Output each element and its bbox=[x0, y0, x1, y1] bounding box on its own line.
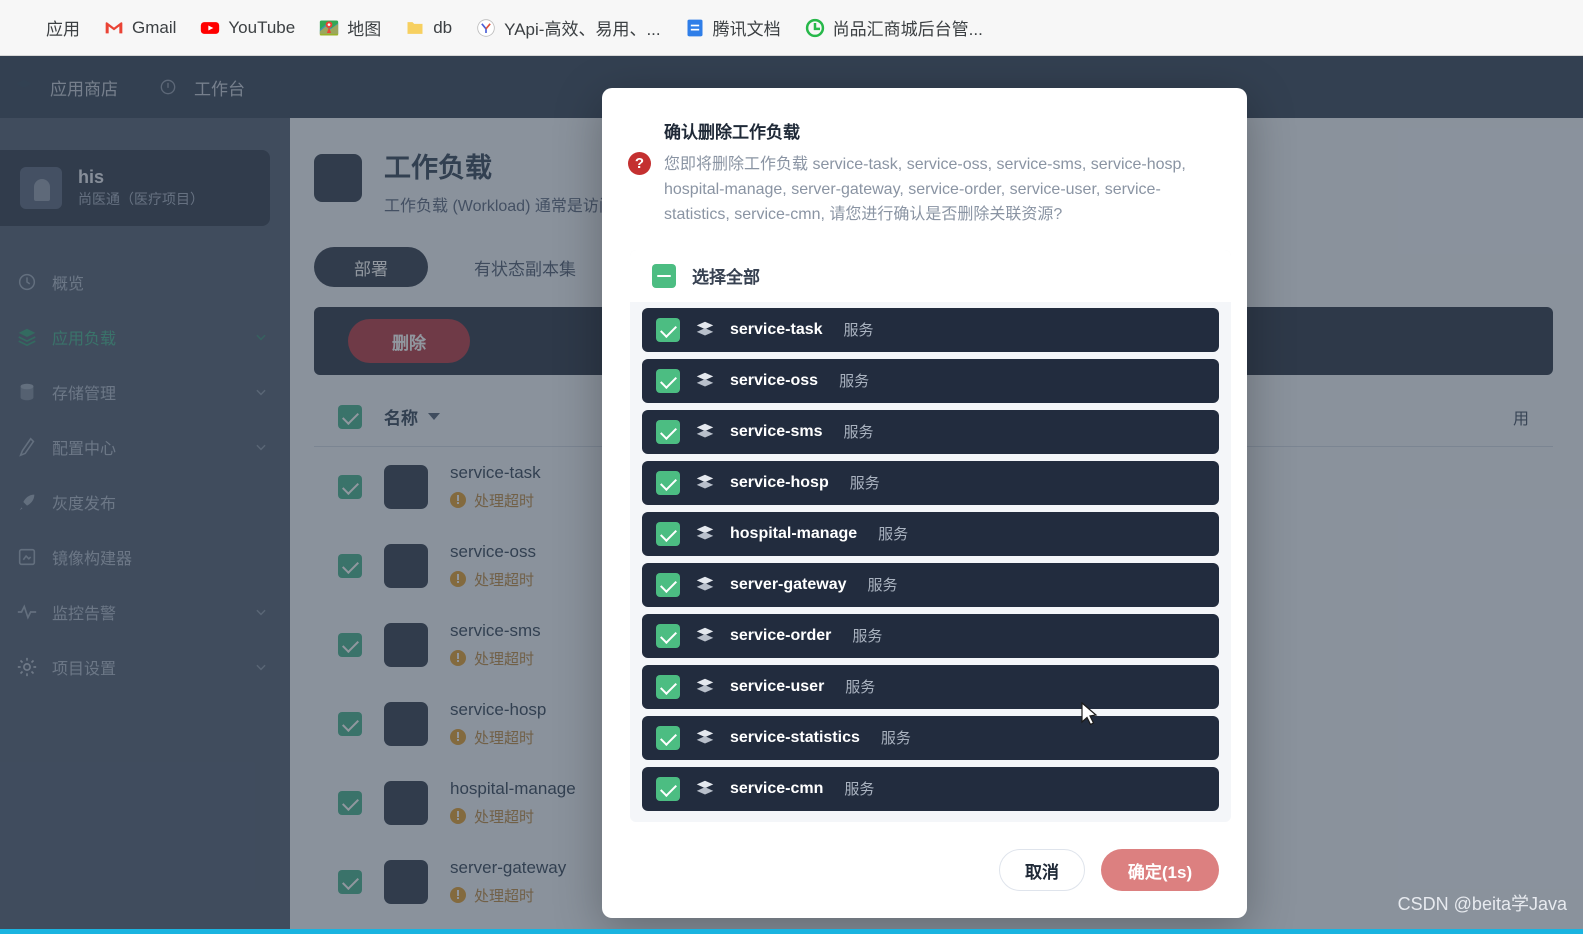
item-checkbox[interactable] bbox=[656, 368, 680, 393]
item-kind: 服务 bbox=[878, 526, 909, 544]
item-name: service-order bbox=[730, 626, 832, 644]
folder-icon bbox=[405, 18, 425, 38]
browser-bookmarks-bar: 应用 Gmail YouTube 地图 db YApi-高效、易用、... 腾讯… bbox=[0, 0, 1583, 56]
select-all-label: 选择全部 bbox=[692, 268, 760, 288]
item-kind: 服务 bbox=[880, 730, 911, 748]
google-maps-icon bbox=[319, 18, 339, 38]
layers-icon bbox=[694, 625, 716, 647]
screen: 应用 Gmail YouTube 地图 db YApi-高效、易用、... 腾讯… bbox=[0, 0, 1583, 934]
list-item[interactable]: service-oss 服务 bbox=[642, 358, 1219, 403]
cancel-button[interactable]: 取消 bbox=[999, 849, 1085, 891]
item-checkbox[interactable] bbox=[656, 521, 680, 546]
bookmark-yapi[interactable]: YApi-高效、易用、... bbox=[466, 11, 670, 44]
item-kind: 服务 bbox=[843, 424, 874, 442]
bookmark-shangpinhui[interactable]: 尚品汇商城后台管... bbox=[795, 11, 993, 44]
bottom-accent-bar bbox=[0, 929, 1583, 934]
item-checkbox[interactable] bbox=[656, 419, 680, 444]
bookmark-youtube[interactable]: YouTube bbox=[190, 14, 305, 42]
item-checkbox[interactable] bbox=[656, 572, 680, 597]
select-all-row[interactable]: 选择全部 bbox=[630, 249, 1231, 302]
bookmark-tencent-docs[interactable]: 腾讯文档 bbox=[675, 11, 791, 44]
bookmark-label: YApi-高效、易用、... bbox=[504, 20, 661, 39]
bookmark-apps[interactable]: 应用 bbox=[8, 11, 90, 44]
item-kind: 服务 bbox=[867, 577, 898, 595]
youtube-icon bbox=[200, 18, 220, 38]
gmail-icon bbox=[104, 18, 124, 38]
item-kind: 服务 bbox=[844, 781, 875, 799]
service-list[interactable]: service-task 服务 service-oss 服务 service-s… bbox=[630, 302, 1231, 822]
item-kind: 服务 bbox=[843, 322, 874, 340]
list-item[interactable]: server-gateway 服务 bbox=[642, 562, 1219, 607]
confirm-delete-dialog: ? 确认删除工作负载 您即将删除工作负载 service-task, servi… bbox=[602, 88, 1247, 918]
item-name: service-user bbox=[730, 677, 825, 695]
layers-icon bbox=[694, 472, 716, 494]
item-name: service-hosp bbox=[730, 473, 829, 491]
layers-icon bbox=[694, 319, 716, 341]
bookmark-label: 腾讯文档 bbox=[712, 20, 781, 39]
layers-icon bbox=[694, 727, 716, 749]
question-mark-icon: ? bbox=[628, 152, 651, 175]
apps-grid-icon bbox=[18, 18, 38, 38]
bookmark-label: Gmail bbox=[132, 17, 177, 37]
item-name: service-oss bbox=[730, 371, 819, 389]
bookmark-db[interactable]: db bbox=[395, 14, 462, 42]
list-item[interactable]: service-user 服务 bbox=[642, 664, 1219, 709]
item-checkbox[interactable] bbox=[656, 776, 680, 801]
layers-icon bbox=[694, 523, 716, 545]
list-item[interactable]: hospital-manage 服务 bbox=[642, 511, 1219, 556]
shangpinhui-icon bbox=[805, 18, 825, 38]
layers-icon bbox=[694, 778, 716, 800]
item-name: service-cmn bbox=[730, 779, 824, 797]
list-item[interactable]: service-hosp 服务 bbox=[642, 460, 1219, 505]
bookmark-maps[interactable]: 地图 bbox=[309, 11, 391, 44]
select-all-checkbox[interactable] bbox=[652, 263, 676, 288]
list-item[interactable]: service-task 服务 bbox=[642, 307, 1219, 352]
watermark: CSDN @beita学Java bbox=[1397, 894, 1567, 914]
dialog-footer: 取消 确定(1s) bbox=[602, 822, 1247, 918]
item-kind: 服务 bbox=[845, 679, 876, 697]
tencent-docs-icon bbox=[685, 18, 705, 38]
dialog-title: 确认删除工作负载 bbox=[664, 123, 800, 142]
item-kind: 服务 bbox=[849, 475, 880, 493]
yapi-icon bbox=[476, 18, 496, 38]
layers-icon bbox=[694, 574, 716, 596]
item-checkbox[interactable] bbox=[656, 470, 680, 495]
layers-icon bbox=[694, 676, 716, 698]
confirm-button[interactable]: 确定(1s) bbox=[1101, 849, 1219, 891]
layers-icon bbox=[694, 370, 716, 392]
dialog-header: ? 确认删除工作负载 您即将删除工作负载 service-task, servi… bbox=[602, 88, 1247, 232]
item-name: hospital-manage bbox=[730, 524, 858, 542]
layers-icon bbox=[694, 421, 716, 443]
item-name: service-statistics bbox=[730, 728, 860, 746]
bookmark-label: YouTube bbox=[228, 17, 296, 37]
resource-list-panel: 选择全部 service-task 服务 service-oss 服务 serv… bbox=[630, 249, 1231, 822]
item-checkbox[interactable] bbox=[656, 674, 680, 699]
item-name: server-gateway bbox=[730, 575, 847, 593]
item-checkbox[interactable] bbox=[656, 317, 680, 342]
bookmark-label: 尚品汇商城后台管... bbox=[832, 20, 983, 39]
dialog-description: 您即将删除工作负载 service-task, service-oss, ser… bbox=[664, 156, 1186, 223]
item-checkbox[interactable] bbox=[656, 725, 680, 750]
list-item[interactable]: service-statistics 服务 bbox=[642, 715, 1219, 760]
item-kind: 服务 bbox=[852, 628, 883, 646]
bookmark-label: 应用 bbox=[46, 20, 80, 39]
list-item[interactable]: service-sms 服务 bbox=[642, 409, 1219, 454]
item-name: service-sms bbox=[730, 422, 823, 440]
list-item[interactable]: service-order 服务 bbox=[642, 613, 1219, 658]
item-checkbox[interactable] bbox=[656, 623, 680, 648]
item-name: service-task bbox=[730, 320, 823, 338]
list-item[interactable]: service-cmn 服务 bbox=[642, 766, 1219, 811]
bookmark-label: 地图 bbox=[347, 20, 382, 39]
bookmark-label: db bbox=[433, 17, 453, 37]
bookmark-gmail[interactable]: Gmail bbox=[94, 14, 186, 42]
item-kind: 服务 bbox=[839, 373, 870, 391]
